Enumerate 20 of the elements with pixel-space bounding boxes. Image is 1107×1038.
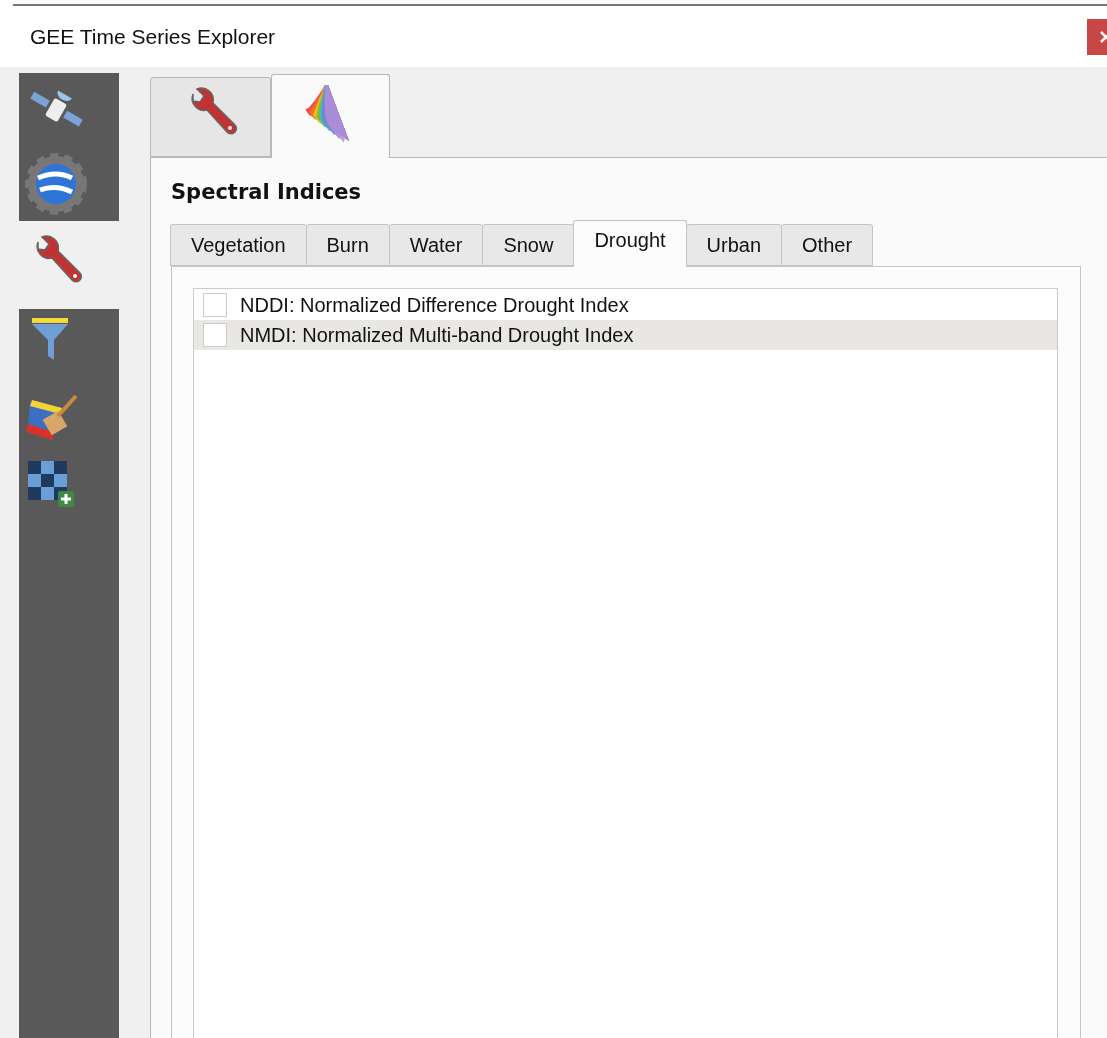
- tab[interactable]: Urban: [685, 224, 783, 266]
- sidebar-item[interactable]: [19, 309, 119, 383]
- tab[interactable]: Burn: [305, 224, 390, 266]
- index-label: NMDI: Normalized Multi-band Drought Index: [240, 323, 634, 347]
- sidebar-item[interactable]: [19, 73, 119, 147]
- tab[interactable]: Snow: [482, 224, 575, 266]
- sidebar-item[interactable]: [19, 147, 119, 221]
- tab[interactable]: Drought: [573, 220, 687, 267]
- window-title: GEE Time Series Explorer: [30, 24, 276, 49]
- tab[interactable]: Other: [781, 224, 874, 266]
- icon-tab[interactable]: [150, 77, 271, 157]
- tab[interactable]: Water: [388, 224, 484, 266]
- globe-gear-icon: [23, 152, 89, 216]
- icon-tab[interactable]: [271, 74, 390, 158]
- section-title: Spectral Indices: [171, 180, 363, 204]
- checkbox[interactable]: [203, 293, 227, 317]
- index-row[interactable]: NMDI: Normalized Multi-band Drought Index: [194, 320, 1057, 350]
- index-label: NDDI: Normalized Difference Drought Index: [240, 293, 629, 317]
- checkbox[interactable]: [203, 323, 227, 347]
- tab[interactable]: Vegetation: [170, 224, 307, 266]
